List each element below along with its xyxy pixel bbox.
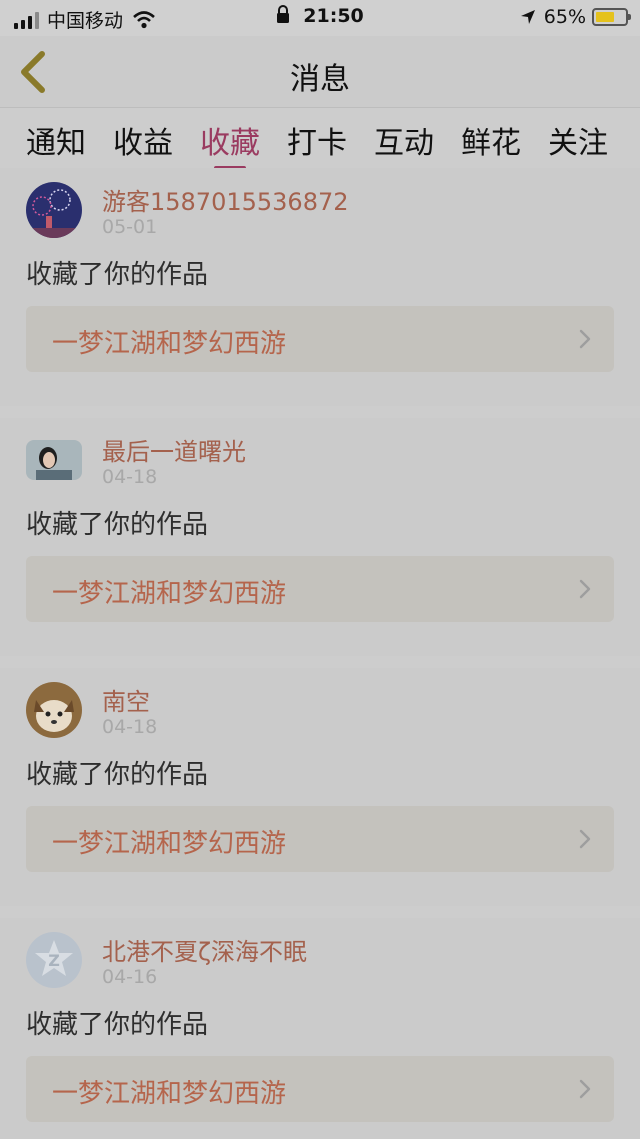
tab-flowers[interactable]: 鲜花 [461, 118, 521, 162]
avatar[interactable] [26, 682, 82, 738]
tab-bar: 通知 收益 收藏 打卡 互动 鲜花 关注 [0, 108, 640, 170]
chevron-right-icon [579, 329, 591, 349]
work-link[interactable]: 一梦江湖和梦幻西游 [26, 306, 614, 372]
action-text: 收藏了你的作品 [26, 1010, 209, 1040]
work-link[interactable]: 一梦江湖和梦幻西游 [26, 1056, 614, 1122]
user-name[interactable]: 游客1587015536872 [102, 182, 349, 217]
battery-icon [592, 8, 631, 26]
work-title: 一梦江湖和梦幻西游 [52, 829, 287, 859]
work-title: 一梦江湖和梦幻西游 [52, 579, 287, 609]
work-title: 一梦江湖和梦幻西游 [52, 1079, 287, 1109]
svg-text:Z: Z [48, 951, 60, 970]
user-name[interactable]: 南空 [102, 682, 150, 717]
user-name[interactable]: 北港不夏ζ深海不眠 [102, 932, 307, 967]
chevron-right-icon [579, 579, 591, 599]
chevron-right-icon [579, 1079, 591, 1099]
lock-icon [277, 5, 290, 23]
clock-time: 21:50 [303, 5, 364, 27]
avatar[interactable] [26, 440, 82, 480]
list-item: 游客1587015536872 05-01 收藏了你的作品 一梦江湖和梦幻西游 [0, 168, 640, 406]
message-date: 04-18 [102, 716, 158, 738]
page-title: 消息 [290, 62, 350, 97]
battery-level [596, 12, 615, 22]
tab-favorites[interactable]: 收藏 [200, 118, 260, 170]
tab-checkin[interactable]: 打卡 [287, 118, 347, 162]
tab-follows[interactable]: 关注 [548, 118, 608, 162]
action-text: 收藏了你的作品 [26, 260, 209, 290]
avatar[interactable]: Z [26, 932, 82, 988]
action-text: 收藏了你的作品 [26, 510, 209, 540]
tab-notifications[interactable]: 通知 [26, 118, 86, 162]
nav-bar: 消息 [0, 36, 640, 108]
status-bar: 中国移动 21:50 65% [0, 0, 640, 36]
message-date: 04-16 [102, 966, 158, 988]
list-item: 最后一道曙光 04-18 收藏了你的作品 一梦江湖和梦幻西游 [0, 418, 640, 656]
message-date: 04-18 [102, 466, 158, 488]
tab-favorites-label: 收藏 [200, 126, 260, 161]
tab-earnings[interactable]: 收益 [113, 118, 173, 162]
work-link[interactable]: 一梦江湖和梦幻西游 [26, 806, 614, 872]
work-title: 一梦江湖和梦幻西游 [52, 329, 287, 359]
battery-percent: 65% [543, 6, 586, 28]
user-name[interactable]: 最后一道曙光 [102, 432, 246, 467]
avatar[interactable] [26, 182, 82, 238]
action-text: 收藏了你的作品 [26, 760, 209, 790]
chevron-right-icon [579, 829, 591, 849]
location-arrow-icon [520, 10, 535, 24]
tab-interactions[interactable]: 互动 [374, 118, 434, 162]
list-item: 南空 04-18 收藏了你的作品 一梦江湖和梦幻西游 [0, 668, 640, 906]
list-item: Z 北港不夏ζ深海不眠 04-16 收藏了你的作品 一梦江湖和梦幻西游 [0, 918, 640, 1139]
work-link[interactable]: 一梦江湖和梦幻西游 [26, 556, 614, 622]
message-date: 05-01 [102, 216, 158, 238]
